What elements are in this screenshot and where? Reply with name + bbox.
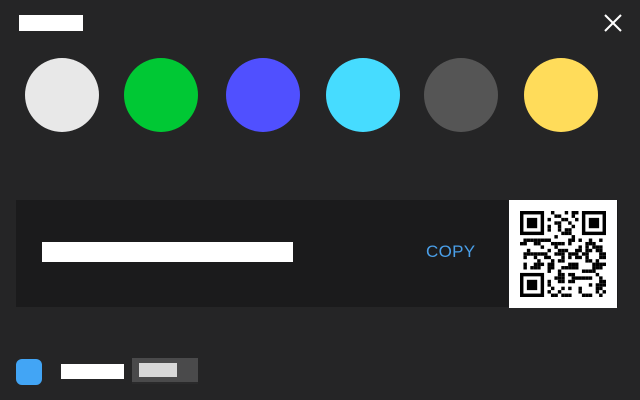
swatch-light-gray[interactable]: [25, 58, 99, 132]
qr-code: [509, 200, 617, 308]
footer-label: [61, 364, 124, 379]
close-icon: [604, 14, 622, 32]
swatch-cyan[interactable]: [326, 58, 400, 132]
footer-toggle[interactable]: [132, 358, 198, 384]
swatch-yellow[interactable]: [524, 58, 598, 132]
toggle-knob: [139, 363, 177, 377]
share-link-field[interactable]: [42, 242, 293, 262]
color-swatch-row: [25, 58, 598, 132]
swatch-blue[interactable]: [226, 58, 300, 132]
swatch-dark-gray[interactable]: [424, 58, 498, 132]
share-panel: COPY: [16, 200, 618, 308]
copy-button[interactable]: COPY: [426, 240, 496, 264]
close-button[interactable]: [600, 10, 626, 36]
swatch-green[interactable]: [124, 58, 198, 132]
qr-code-icon: [520, 211, 606, 297]
window-title: [19, 15, 83, 31]
color-indicator[interactable]: [16, 359, 42, 385]
